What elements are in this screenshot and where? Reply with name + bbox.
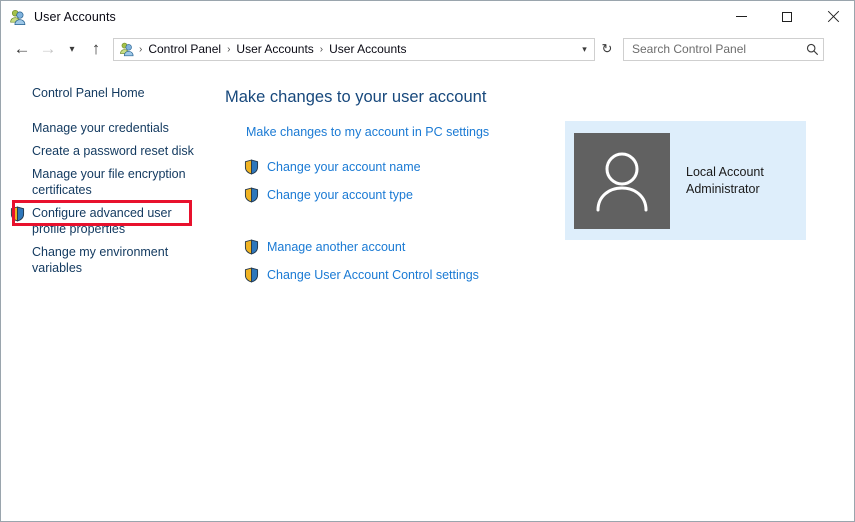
sidebar-item-label[interactable]: Manage your credentials <box>32 120 202 136</box>
change-uac-settings-link[interactable]: Change User Account Control settings <box>244 267 479 283</box>
sidebar-item-change-my-environment-variables[interactable]: Change my environment variables <box>1 244 216 276</box>
user-avatar-icon <box>596 152 648 211</box>
back-arrow-icon[interactable]: ← <box>9 36 35 62</box>
maximize-icon <box>782 11 792 22</box>
search-input[interactable] <box>630 38 801 60</box>
sidebar-item-manage-file-encryption-certificates[interactable]: Manage your file encryption certificates <box>1 166 216 198</box>
breadcrumb-user-accounts-current[interactable]: User Accounts <box>327 42 408 56</box>
account-type-label: Local Account <box>686 164 764 179</box>
sidebar-item-label[interactable]: Configure advanced user profile properti… <box>32 205 202 237</box>
task-label: Change your account name <box>267 160 421 174</box>
address-bar[interactable]: › Control Panel › User Accounts › User A… <box>113 37 595 61</box>
account-role-label: Administrator <box>686 181 760 196</box>
manage-another-account-link[interactable]: Manage another account <box>244 239 405 255</box>
control-panel-window: User Accounts ← → ▾ ↑ › Control Panel › … <box>0 0 855 522</box>
window-title: User Accounts <box>34 9 116 24</box>
account-info: Local Account Administrator <box>686 164 764 198</box>
sidebar-item-label[interactable]: Change my environment variables <box>32 244 202 276</box>
forward-arrow-icon[interactable]: → <box>35 36 61 62</box>
change-account-name-link[interactable]: Change your account name <box>244 159 421 175</box>
refresh-icon[interactable]: ↻ <box>595 38 619 61</box>
shield-icon <box>244 187 259 203</box>
recent-locations-chevron-down-icon[interactable]: ▾ <box>61 36 83 62</box>
task-label: Manage another account <box>267 240 406 254</box>
minimize-button[interactable] <box>718 1 764 32</box>
up-arrow-icon[interactable]: ↑ <box>83 36 109 62</box>
maximize-button[interactable] <box>764 1 810 32</box>
sidebar-item-label[interactable]: Control Panel Home <box>32 85 202 101</box>
users-icon <box>9 8 27 26</box>
sidebar-item-label[interactable]: Manage your file encryption certificates <box>32 166 202 198</box>
sidebar-item-configure-advanced-user-profile-properties[interactable]: Configure advanced user profile properti… <box>1 205 216 237</box>
search-icon[interactable] <box>801 43 823 56</box>
breadcrumb-separator: › <box>139 43 143 55</box>
close-icon <box>827 11 839 23</box>
minimize-icon <box>735 16 747 17</box>
task-label: Change your account type <box>267 188 413 202</box>
change-account-type-link[interactable]: Change your account type <box>244 187 413 203</box>
close-button[interactable] <box>810 1 854 32</box>
task-label: Change User Account Control settings <box>267 268 479 282</box>
window-controls <box>718 1 854 32</box>
sidebar-item-manage-credentials[interactable]: Manage your credentials <box>1 120 216 136</box>
breadcrumb-user-accounts[interactable]: User Accounts <box>234 42 315 56</box>
sidebar-item-label[interactable]: Create a password reset disk <box>32 143 202 159</box>
content-area: Control Panel Home Manage your credentia… <box>1 66 854 521</box>
shield-icon <box>244 267 259 283</box>
shield-icon <box>244 239 259 255</box>
pc-settings-link[interactable]: Make changes to my account in PC setting… <box>246 125 489 139</box>
sidebar: Control Panel Home Manage your credentia… <box>1 66 216 521</box>
sidebar-item-control-panel-home[interactable]: Control Panel Home <box>1 85 216 101</box>
shield-icon <box>10 206 25 222</box>
sidebar-item-create-password-reset-disk[interactable]: Create a password reset disk <box>1 143 216 159</box>
page-title: Make changes to your user account <box>225 88 487 106</box>
breadcrumb-control-panel[interactable]: Control Panel <box>146 42 223 56</box>
main-pane: Make changes to your user account Make c… <box>216 66 854 521</box>
address-chevron-down-icon[interactable]: ▾ <box>575 39 594 60</box>
navigation-bar: ← → ▾ ↑ › Control Panel › User Accounts … <box>1 32 854 66</box>
title-bar: User Accounts <box>1 1 854 32</box>
shield-icon <box>244 159 259 175</box>
breadcrumb-users-icon <box>119 41 135 57</box>
avatar <box>574 132 670 229</box>
breadcrumb-separator: › <box>319 43 324 55</box>
account-summary-panel: Local Account Administrator <box>565 121 806 240</box>
breadcrumb-separator: › <box>227 43 231 55</box>
search-box[interactable] <box>623 37 824 61</box>
